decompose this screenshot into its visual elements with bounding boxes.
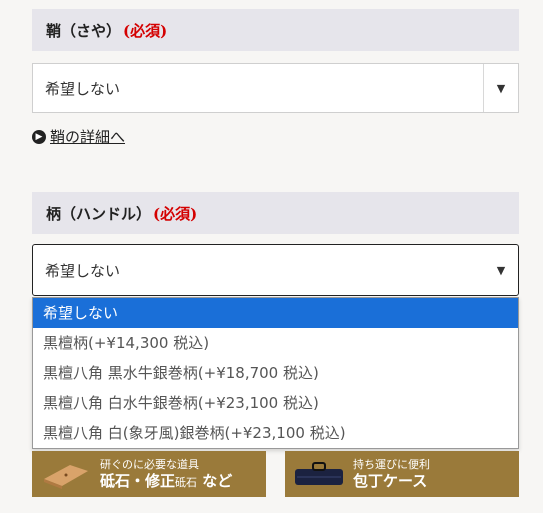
knife-case-image — [295, 462, 343, 485]
whetstone-banner-suffix: など — [202, 471, 233, 490]
whetstone-banner-title: 砥石・修正 — [100, 471, 176, 490]
knife-case-banner-subtitle: 持ち運びに便利 — [353, 457, 430, 471]
saya-section-header: 鞘（さや） (必須) — [32, 9, 519, 51]
handle-option[interactable]: 黒檀八角 白(象牙風)銀巻柄(+¥23,100 税込) — [33, 418, 518, 448]
saya-select-value: 希望しない — [45, 79, 121, 98]
handle-dropdown-list[interactable]: 希望しない 黒檀柄(+¥14,300 税込) 黒檀八角 黒水牛銀巻柄(+¥18,… — [32, 297, 519, 449]
saya-required-label: (必須) — [123, 21, 168, 40]
handle-option[interactable]: 黒檀柄(+¥14,300 税込) — [33, 328, 518, 358]
handle-required-label: (必須) — [153, 204, 198, 223]
handle-select[interactable]: 希望しない ▼ — [32, 244, 519, 296]
whetstone-banner[interactable]: 研ぐのに必要な道具 砥石・修正砥石 など — [32, 451, 266, 497]
chevron-down-icon: ▼ — [496, 263, 506, 277]
arrow-right-circle-icon: ▶ — [32, 129, 46, 144]
handle-option[interactable]: 黒檀八角 黒水牛銀巻柄(+¥18,700 税込) — [33, 358, 518, 388]
saya-select[interactable]: 希望しない ▼ — [32, 63, 519, 113]
whetstone-banner-mini: 砥石 — [175, 475, 198, 489]
knife-case-banner[interactable]: 持ち運びに便利 包丁ケース — [285, 451, 519, 497]
handle-title: 柄（ハンドル） — [46, 204, 152, 223]
saya-detail-link[interactable]: ▶ 鞘の詳細へ — [32, 126, 125, 147]
handle-option[interactable]: 希望しない — [33, 298, 518, 328]
handle-section-header: 柄（ハンドル） (必須) — [32, 192, 519, 234]
whetstone-image — [44, 465, 88, 489]
handle-select-value: 希望しない — [45, 261, 121, 280]
chevron-down-icon: ▼ — [483, 64, 518, 112]
saya-title: 鞘（さや） — [46, 21, 122, 40]
knife-case-banner-title: 包丁ケース — [353, 471, 428, 490]
handle-option[interactable]: 黒檀八角 白水牛銀巻柄(+¥23,100 税込) — [33, 388, 518, 418]
whetstone-banner-subtitle: 研ぐのに必要な道具 — [100, 457, 199, 471]
saya-detail-link-text: 鞘の詳細へ — [50, 128, 126, 146]
